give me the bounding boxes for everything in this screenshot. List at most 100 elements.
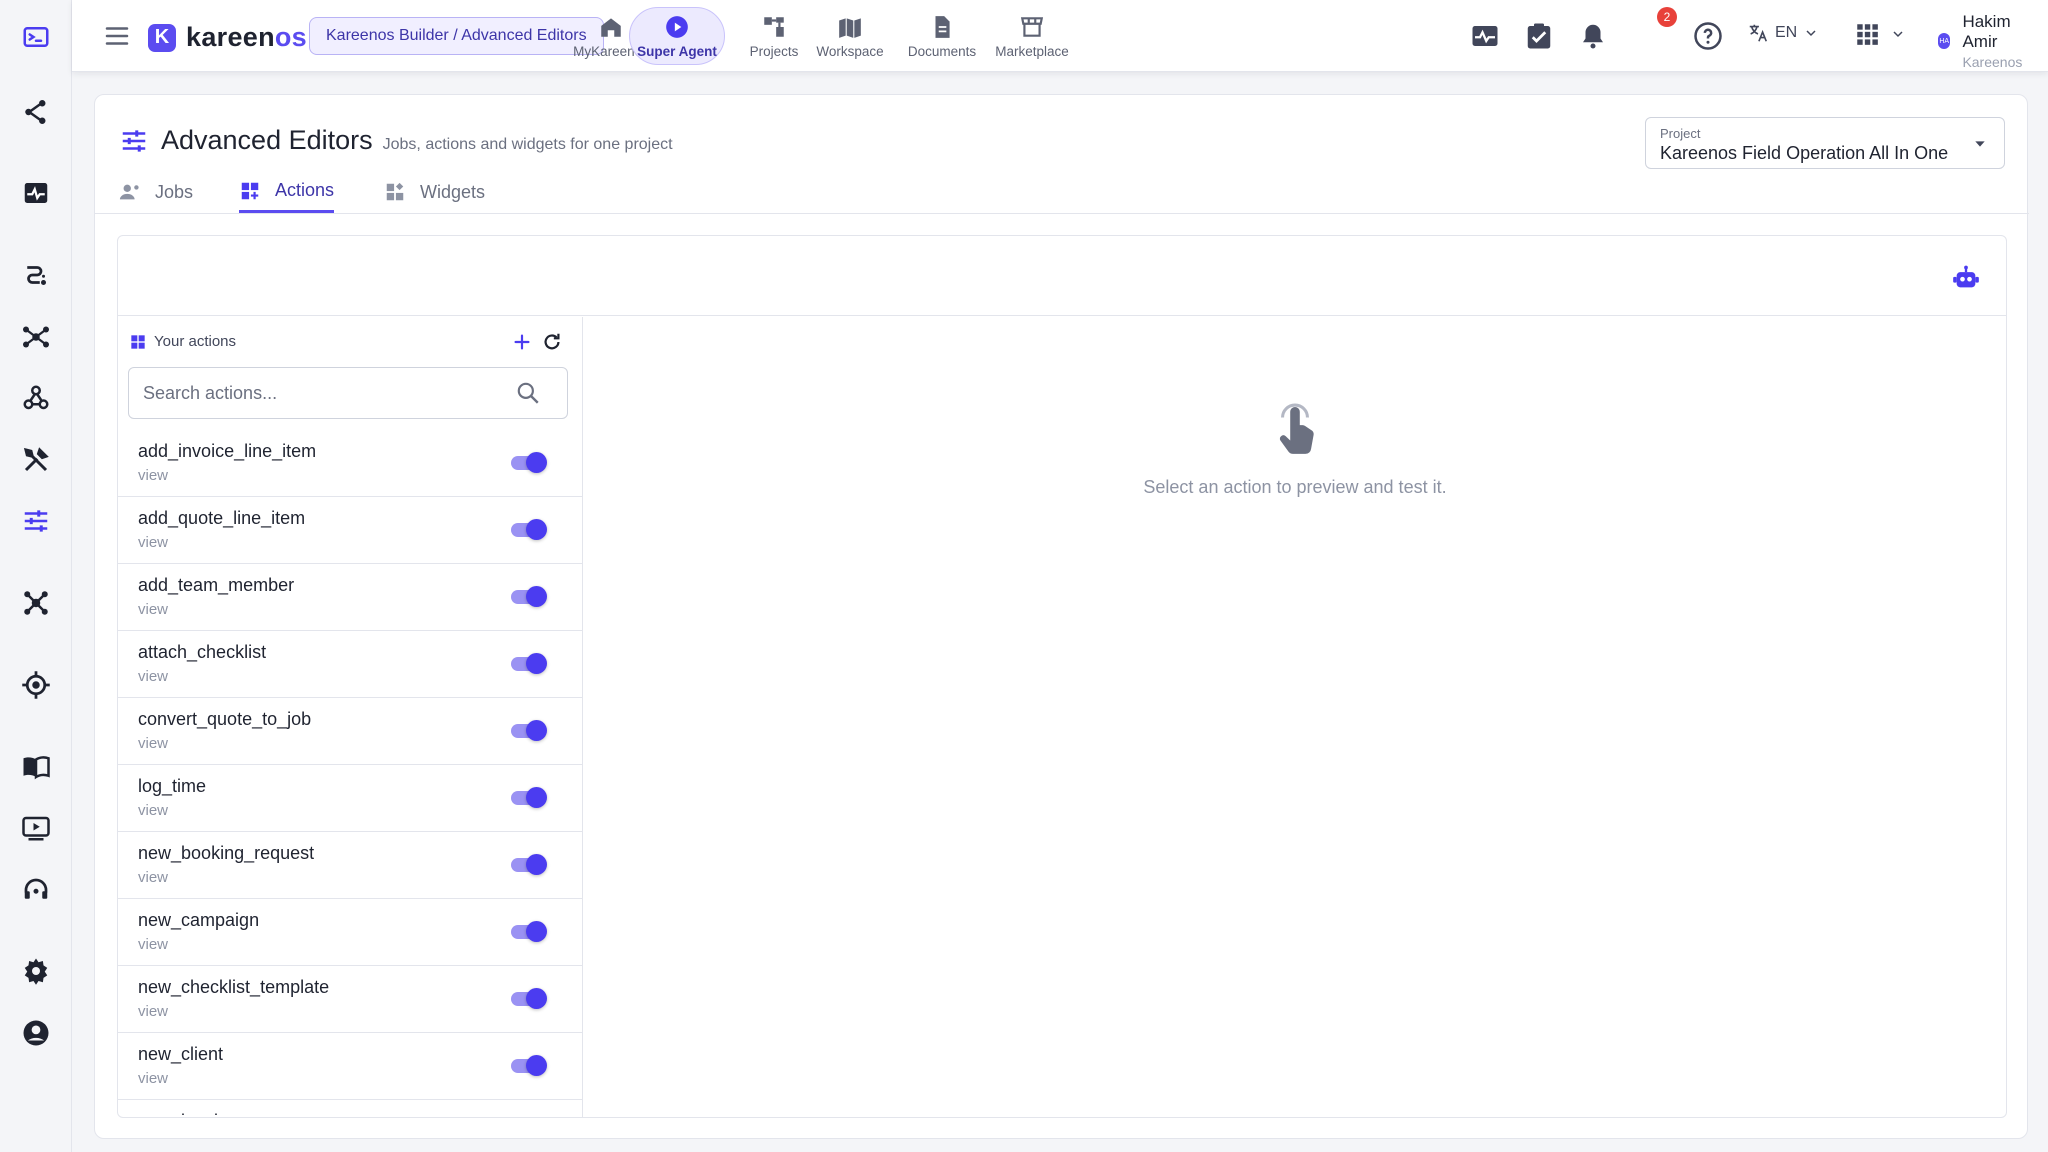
search-icon[interactable] — [515, 380, 541, 406]
tab-actions-label: Actions — [275, 180, 335, 200]
avatar: HA — [1938, 33, 1951, 49]
action-mode: view — [138, 735, 169, 752]
add-action-icon[interactable] — [511, 331, 533, 353]
apps-launcher[interactable] — [1854, 21, 1906, 47]
action-mode: view — [138, 1070, 169, 1087]
hub-icon[interactable] — [16, 583, 56, 623]
action-name: attach_checklist — [138, 642, 267, 662]
nav-workspace[interactable]: Workspace — [802, 7, 898, 65]
hamburger-menu-icon[interactable] — [102, 21, 132, 51]
list-item[interactable]: attach_checklistview — [118, 631, 582, 698]
preview-empty-message: Select an action to preview and test it. — [1143, 477, 1447, 497]
tasks-icon[interactable] — [1524, 21, 1554, 51]
nav-documents[interactable]: Documents — [894, 7, 990, 65]
robot-icon[interactable] — [1952, 264, 1980, 292]
action-enabled-toggle[interactable] — [511, 988, 547, 1009]
book-icon[interactable] — [16, 747, 56, 787]
page-subtitle: Jobs, actions and widgets for one projec… — [382, 136, 673, 153]
list-item[interactable]: add_team_member view — [118, 564, 582, 631]
account-icon[interactable] — [16, 1013, 56, 1053]
toggle-knob — [526, 452, 547, 473]
action-enabled-toggle[interactable] — [511, 519, 547, 540]
logo-suffix: os — [274, 22, 307, 52]
store-icon — [1020, 16, 1044, 37]
widgets-icon — [386, 182, 404, 201]
tab-jobs[interactable]: Jobs — [119, 171, 193, 213]
action-enabled-toggle[interactable] — [511, 1055, 547, 1076]
actions-icon — [241, 182, 259, 199]
actions-list: add_invoice_line_item view add_quote_line_… — [118, 430, 582, 1117]
action-enabled-toggle[interactable] — [511, 653, 547, 674]
action-mode: view — [138, 601, 169, 618]
document-icon — [935, 15, 950, 38]
projects-icon — [764, 16, 784, 37]
list-item[interactable]: new_client view — [118, 1033, 582, 1100]
action-mode: view — [138, 1003, 169, 1020]
tab-bar: Jobs Actions Widgets — [119, 171, 2005, 213]
action-mode: view — [138, 467, 169, 484]
action-enabled-toggle[interactable] — [511, 787, 547, 808]
logo-text: kareenos — [186, 22, 307, 53]
list-item[interactable]: new_checklist_template view — [118, 966, 582, 1033]
action-name: new_campaign — [138, 910, 260, 930]
help-icon[interactable] — [1693, 21, 1723, 51]
monitor-pulse-icon[interactable] — [16, 173, 56, 213]
terminal-icon[interactable] — [16, 17, 56, 57]
notification-badge: 2 — [1657, 7, 1677, 27]
logo[interactable]: K kareenos — [148, 22, 307, 53]
action-name: log_time — [138, 776, 207, 796]
action-enabled-toggle[interactable] — [511, 586, 547, 607]
support-icon[interactable] — [16, 870, 56, 910]
network-icon[interactable] — [16, 317, 56, 357]
sliders-icon[interactable] — [16, 501, 56, 541]
nav-marketplace[interactable]: Marketplace — [978, 7, 1086, 65]
language-label: EN — [1775, 24, 1798, 41]
action-name: new_booking_request — [138, 843, 315, 863]
action-name: add_quote_line_item — [138, 508, 306, 528]
list-item[interactable]: new_booking_request view — [118, 832, 582, 899]
action-preview-pane: Select an action to preview and test it. — [584, 317, 2006, 1117]
project-select[interactable]: Project Kareenos Field Operation All In … — [1645, 117, 2005, 169]
translate-icon — [1749, 24, 1768, 42]
top-bar: K kareenos Kareenos Builder / Advanced E… — [72, 0, 2048, 72]
webhook-icon[interactable] — [16, 378, 56, 418]
list-item[interactable]: new_campaign view — [118, 899, 582, 966]
tab-widgets[interactable]: Widgets — [384, 171, 485, 213]
nav-super-agent[interactable]: Super Agent — [629, 7, 725, 65]
nav-super-agent-label: Super Agent — [637, 43, 717, 59]
refresh-icon[interactable] — [541, 331, 563, 353]
video-icon[interactable] — [16, 808, 56, 848]
home-icon — [601, 17, 621, 37]
search-actions-field — [128, 367, 568, 419]
settings-icon[interactable] — [16, 951, 56, 991]
action-enabled-toggle[interactable] — [511, 854, 547, 875]
language-selector[interactable]: EN — [1747, 22, 1825, 44]
list-item[interactable]: convert_quote_to_jobview — [118, 698, 582, 765]
action-enabled-toggle[interactable] — [511, 452, 547, 473]
apps-grid-icon — [1857, 24, 1878, 45]
user-menu[interactable]: HA Hakim Amir Kareenos — [1938, 12, 2048, 70]
tab-actions[interactable]: Actions — [239, 171, 335, 213]
action-mode: view — [138, 668, 169, 685]
target-icon[interactable] — [16, 665, 56, 705]
action-enabled-toggle[interactable] — [511, 720, 547, 741]
toggle-knob — [526, 720, 547, 741]
share-icon[interactable] — [16, 92, 56, 132]
tools-icon[interactable] — [16, 440, 56, 480]
action-mode: view — [138, 802, 169, 819]
search-input[interactable] — [129, 369, 509, 417]
list-item[interactable]: new_invoiceview — [118, 1100, 582, 1117]
action-enabled-toggle[interactable] — [511, 921, 547, 942]
list-item[interactable]: log_timeview — [118, 765, 582, 832]
notifications-bell-icon[interactable] — [1578, 21, 1608, 51]
page-title: Advanced Editors — [161, 125, 373, 155]
list-item[interactable]: add_quote_line_item view — [118, 497, 582, 564]
tabs-divider — [95, 213, 2029, 214]
action-name: convert_quote_to_job — [138, 709, 312, 729]
toggle-knob — [526, 787, 547, 808]
activity-monitor-icon[interactable] — [1470, 21, 1500, 51]
toggle-knob — [526, 519, 547, 540]
list-item[interactable]: add_invoice_line_itemview — [118, 430, 582, 497]
route-icon[interactable] — [16, 255, 56, 295]
action-name: add_invoice_line_item — [138, 441, 317, 461]
